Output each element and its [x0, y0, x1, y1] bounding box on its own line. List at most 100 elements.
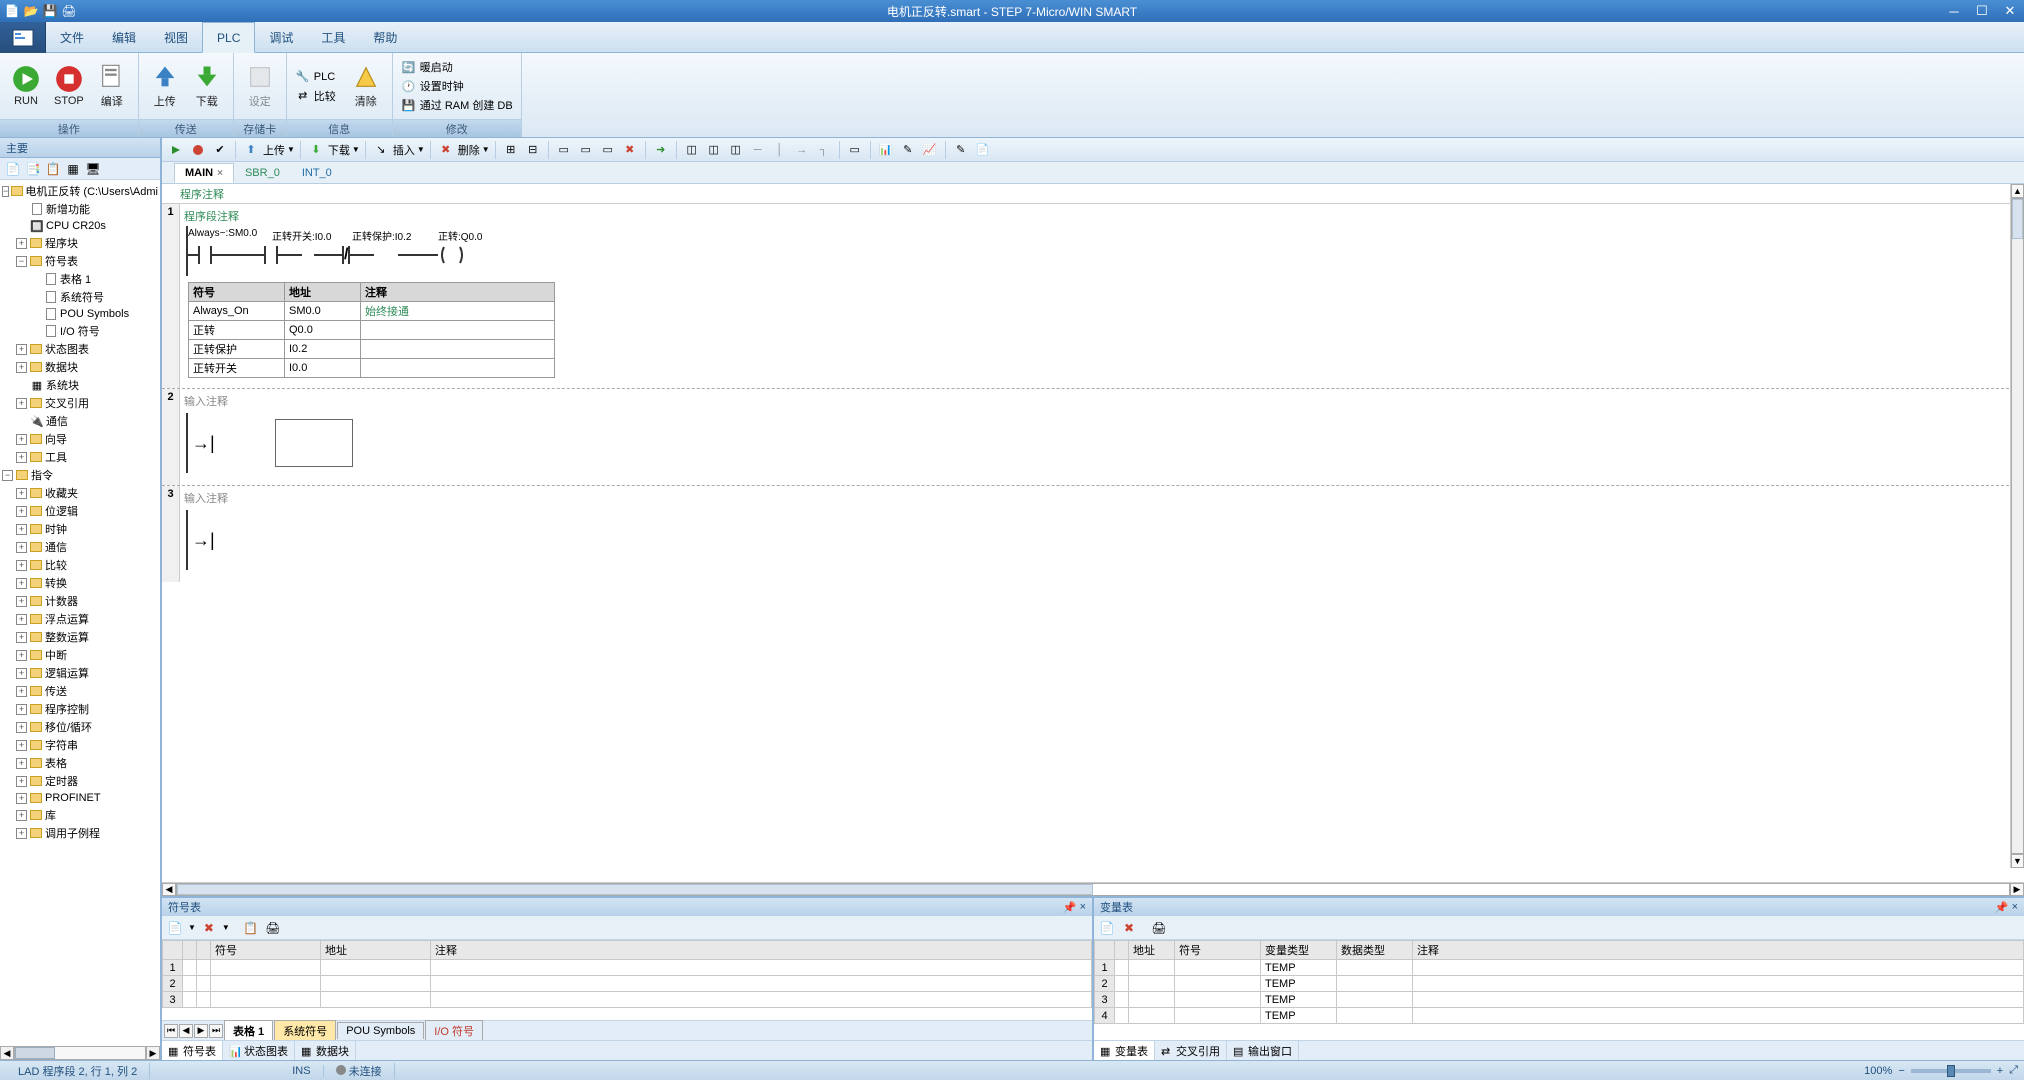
tree-project[interactable]: −电机正反转 (C:\Users\Admi	[0, 182, 160, 200]
ts-icon-i[interactable]: ◫	[704, 140, 724, 160]
var-pin-icon[interactable]: 📌	[1995, 901, 2009, 914]
rung-1[interactable]: Always~:SM0.0 正转开关:I0.0 正转保护:I0.2 正转:Q0.…	[184, 226, 684, 276]
sym-tb-new-icon[interactable]: 📄	[166, 919, 184, 937]
etab-sbr[interactable]: SBR_0	[234, 163, 291, 183]
tree-hscroll[interactable]: ◀▶	[0, 1046, 160, 1060]
ladder-editor[interactable]: 程序注释 1 程序段注释 Always~:SM0.0 正转开关:I0.0 正转保…	[162, 184, 2024, 896]
network-3-comment[interactable]: 输入注释	[184, 488, 2020, 508]
open-icon[interactable]: 📂	[23, 3, 39, 19]
tree-move[interactable]: +传送	[0, 682, 160, 700]
tree-shiftrotate[interactable]: +移位/循环	[0, 718, 160, 736]
sheet-nav-prev[interactable]: ◀	[179, 1024, 193, 1038]
tree-bitlogic[interactable]: +位逻辑	[0, 502, 160, 520]
ts-upload-icon[interactable]: ⬆	[241, 140, 261, 160]
panel-close-icon[interactable]: ×	[1080, 901, 1086, 914]
sheet-nav-first[interactable]: ⏮	[164, 1024, 178, 1038]
tree-convert[interactable]: +转换	[0, 574, 160, 592]
etab-main[interactable]: MAIN×	[174, 163, 234, 183]
var-close-icon[interactable]: ×	[2012, 901, 2018, 914]
compile-button[interactable]: 编译	[92, 61, 132, 111]
btab-datablock[interactable]: ▦数据块	[295, 1041, 356, 1061]
ts-stop-icon[interactable]	[188, 140, 208, 160]
tree-systemblock[interactable]: ▦系统块	[0, 376, 160, 394]
sym-tb-icon-4[interactable]: 🖨	[264, 919, 282, 937]
tree-clock[interactable]: +时钟	[0, 520, 160, 538]
tree-library[interactable]: +库	[0, 806, 160, 824]
tab-plc[interactable]: PLC	[202, 22, 255, 53]
maximize-button[interactable]: ☐	[1968, 1, 1996, 21]
tree-comm2[interactable]: +通信	[0, 538, 160, 556]
ts-icon-a[interactable]: ⊞	[501, 140, 521, 160]
btab-output[interactable]: ▤输出窗口	[1227, 1041, 1299, 1061]
tab-file[interactable]: 文件	[46, 22, 98, 52]
print-icon[interactable]: 🖨	[61, 3, 77, 19]
tree-callsub[interactable]: +调用子例程	[0, 824, 160, 842]
sheet-table1[interactable]: 表格 1	[224, 1020, 273, 1041]
sheet-syssym[interactable]: 系统符号	[274, 1020, 336, 1041]
tab-help[interactable]: 帮助	[359, 22, 411, 52]
minimize-button[interactable]: ─	[1940, 1, 1968, 21]
tab-tools[interactable]: 工具	[307, 22, 359, 52]
program-comment[interactable]: 程序注释	[162, 184, 2024, 204]
setclock-row[interactable]: 🕐设置时钟	[399, 77, 515, 95]
zoom-fit-button[interactable]: ⤢	[2009, 1064, 2018, 1077]
ts-download-label[interactable]: 下载	[328, 142, 350, 158]
network-3[interactable]: 3 输入注释 →|	[162, 486, 2024, 582]
selection-box[interactable]	[275, 419, 353, 467]
tab-debug[interactable]: 调试	[255, 22, 307, 52]
network-1[interactable]: 1 程序段注释 Always~:SM0.0 正转开关:I0.0 正转保护:I0.…	[162, 204, 2024, 389]
sym-tb-delete-icon[interactable]: ✖	[200, 919, 218, 937]
tree-pousymbols[interactable]: POU Symbols	[0, 306, 160, 322]
zoom-slider[interactable]	[1911, 1069, 1991, 1073]
etab-int[interactable]: INT_0	[291, 163, 343, 183]
var-grid[interactable]: 地址符号变量类型数据类型注释 1TEMP 2TEMP 3TEMP 4TEMP	[1094, 940, 2024, 1024]
tree-compare[interactable]: +比较	[0, 556, 160, 574]
sheet-pousym[interactable]: POU Symbols	[337, 1022, 424, 1039]
ts-icon-r[interactable]: 📈	[920, 140, 940, 160]
output-coil[interactable]	[398, 245, 466, 265]
ts-icon-t[interactable]: 📄	[973, 140, 993, 160]
tree-tb-icon-1[interactable]: 📄	[4, 160, 22, 178]
run-button[interactable]: RUN	[6, 63, 46, 109]
tree-wizards[interactable]: +向导	[0, 430, 160, 448]
tree-interrupt[interactable]: +中断	[0, 646, 160, 664]
tree-cpu[interactable]: 🔲CPU CR20s	[0, 218, 160, 234]
tree-symboltable[interactable]: −符号表	[0, 252, 160, 270]
ts-icon-e[interactable]: ▭	[598, 140, 618, 160]
zoom-in-button[interactable]: +	[1997, 1065, 2003, 1077]
var-tb-icon-3[interactable]: 🖨	[1150, 919, 1168, 937]
ts-icon-h[interactable]: ◫	[682, 140, 702, 160]
contact-no-1[interactable]	[188, 245, 236, 265]
setup-button[interactable]: 设定	[240, 61, 280, 111]
tree-datablock[interactable]: +数据块	[0, 358, 160, 376]
network-1-comment[interactable]: 程序段注释	[184, 206, 2020, 226]
tree-tb-icon-4[interactable]: ▦	[64, 160, 82, 178]
tree-tools[interactable]: +工具	[0, 448, 160, 466]
ts-icon-d[interactable]: ▭	[576, 140, 596, 160]
stop-button[interactable]: STOP	[48, 63, 90, 109]
ramdb-row[interactable]: 💾通过 RAM 创建 DB	[399, 96, 515, 114]
tree-statuschart[interactable]: +状态图表	[0, 340, 160, 358]
ts-icon-n[interactable]: ┐	[814, 140, 834, 160]
ts-icon-g[interactable]: ➜	[651, 140, 671, 160]
ts-insert-label[interactable]: 插入	[393, 142, 415, 158]
new-icon[interactable]: 📄	[4, 3, 20, 19]
tree-newfeatures[interactable]: 新增功能	[0, 200, 160, 218]
ts-icon-c[interactable]: ▭	[554, 140, 574, 160]
tree-profinet[interactable]: +PROFINET	[0, 790, 160, 806]
tree-favorites[interactable]: +收藏夹	[0, 484, 160, 502]
plc-row[interactable]: 🔧PLC	[293, 68, 338, 86]
ts-icon-m[interactable]: →	[792, 140, 812, 160]
ts-icon-s[interactable]: ✎	[951, 140, 971, 160]
tree-table1[interactable]: 表格 1	[0, 270, 160, 288]
ts-icon-j[interactable]: ◫	[726, 140, 746, 160]
tree-crossref[interactable]: +交叉引用	[0, 394, 160, 412]
editor-hscroll[interactable]: ◀▶	[162, 882, 2024, 896]
tree-logicops[interactable]: +逻辑运算	[0, 664, 160, 682]
upload-button[interactable]: 上传	[145, 61, 185, 111]
ts-delete-icon[interactable]: ✖	[436, 140, 456, 160]
download-button[interactable]: 下载	[187, 61, 227, 111]
tree-floatmath[interactable]: +浮点运算	[0, 610, 160, 628]
ts-icon-b[interactable]: ⊟	[523, 140, 543, 160]
tree-comm[interactable]: 🔌通信	[0, 412, 160, 430]
